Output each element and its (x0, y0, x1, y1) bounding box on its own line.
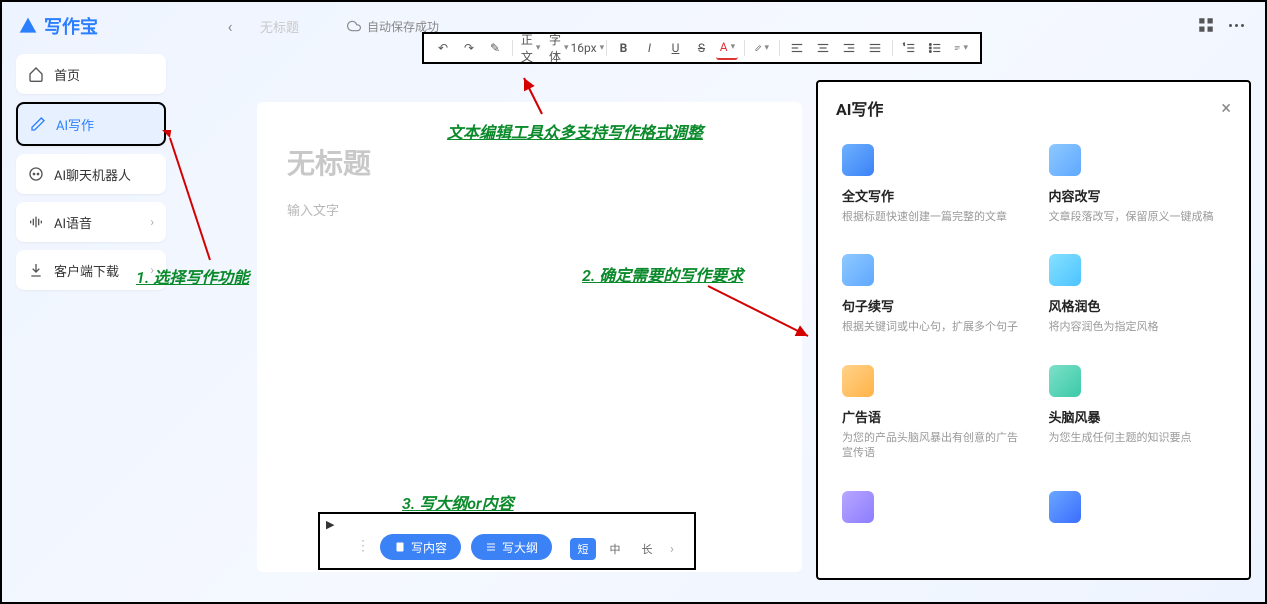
sidebar-item-download[interactable]: 客户端下载 › (16, 250, 166, 290)
chevron-right-icon[interactable]: › (670, 542, 674, 557)
polish-icon (1049, 254, 1081, 286)
title-placeholder[interactable]: 无标题 (287, 142, 772, 182)
write-outline-label: 写大纲 (502, 539, 538, 556)
body-placeholder[interactable]: 输入文字 (287, 200, 772, 219)
svg-text:1: 1 (903, 43, 905, 47)
align-center-button[interactable] (812, 36, 834, 60)
length-long[interactable]: 长 (634, 538, 660, 560)
sidebar-item-label: AI写作 (56, 115, 94, 134)
continue-icon (842, 254, 874, 286)
paragraph-select[interactable]: 正文 (519, 36, 543, 60)
chevron-right-icon: › (150, 215, 154, 229)
text-color-button[interactable]: A (716, 36, 738, 60)
top-right-icons (1197, 16, 1247, 34)
sidebar-item-ai-voice[interactable]: AI语音 › (16, 202, 166, 242)
editor-toolbar: ↶ ↷ ✎ 正文 字体 16px B I U S A 1 (422, 32, 982, 64)
logo-icon (18, 16, 38, 36)
ai-card-title: 内容改写 (1049, 186, 1226, 205)
ai-card-desc: 根据标题快速创建一篇完整的文章 (842, 209, 1019, 224)
ai-card-desc: 将内容润色为指定风格 (1049, 319, 1226, 334)
more-icon[interactable] (1229, 16, 1247, 34)
doc-icon (394, 541, 406, 553)
sidebar-item-label: 首页 (54, 65, 80, 84)
ai-card-desc: 为您生成任何主题的知识要点 (1049, 430, 1226, 458)
home-icon (28, 66, 44, 82)
top-nav: ‹ 无标题 自动保存成功 (218, 14, 439, 38)
ai-card-extra-2[interactable] (1043, 483, 1232, 541)
ai-card-adcopy[interactable]: 广告语 为您的产品头脑风暴出有创意的广告宣传语 (836, 357, 1025, 469)
font-select[interactable]: 字体 (547, 36, 571, 60)
ai-card-desc: 文章段落改写，保留原义一键成稿 (1049, 209, 1226, 224)
bold-button[interactable]: B (612, 36, 634, 60)
extra-icon (842, 491, 874, 523)
fontsize-select[interactable]: 16px (575, 36, 600, 60)
align-justify-button[interactable] (864, 36, 886, 60)
app-logo: 写作宝 (18, 13, 98, 39)
download-icon (28, 262, 44, 278)
pencil-icon (30, 116, 46, 132)
app-name: 写作宝 (44, 13, 98, 39)
sidebar-item-label: AI聊天机器人 (54, 165, 131, 184)
chat-icon (28, 166, 44, 182)
more-format-button[interactable] (950, 36, 972, 60)
ai-card-polish[interactable]: 风格润色 将内容润色为指定风格 (1043, 246, 1232, 342)
sidebar-item-ai-chatbot[interactable]: AI聊天机器人 (16, 154, 166, 194)
sidebar-item-label: AI语音 (54, 213, 92, 232)
length-select-group: 短 中 长 › (570, 538, 674, 560)
play-icon[interactable]: ▶ (326, 518, 334, 531)
content-action-bar: ▶ ⋮ 写内容 写大纲 短 中 长 › (318, 512, 696, 570)
doc-icon (842, 144, 874, 176)
ai-card-title: 头脑风暴 (1049, 407, 1226, 426)
doc-title-ghost: 无标题 (260, 17, 299, 36)
list-ordered-button[interactable]: 1 (898, 36, 920, 60)
brainstorm-icon (1049, 365, 1081, 397)
sidebar-item-ai-writing[interactable]: AI写作 (16, 102, 166, 146)
italic-button[interactable]: I (638, 36, 660, 60)
ai-card-desc: 为您的产品头脑风暴出有创意的广告宣传语 (842, 430, 1019, 461)
ai-card-title: 全文写作 (842, 186, 1019, 205)
annotation-arrow-1 (162, 130, 222, 270)
write-content-label: 写内容 (411, 539, 447, 556)
ai-panel-title: AI写作 (836, 96, 883, 120)
ai-card-extra-1[interactable] (836, 483, 1025, 541)
ai-card-brainstorm[interactable]: 头脑风暴 为您生成任何主题的知识要点 (1043, 357, 1232, 469)
write-outline-button[interactable]: 写大纲 (471, 534, 552, 560)
back-button[interactable]: ‹ (218, 14, 242, 38)
strike-button[interactable]: S (690, 36, 712, 60)
ai-card-full-writing[interactable]: 全文写作 根据标题快速创建一篇完整的文章 (836, 136, 1025, 232)
undo-button[interactable]: ↶ (432, 36, 454, 60)
rewrite-icon (1049, 144, 1081, 176)
sidebar: 首页 AI写作 AI聊天机器人 AI语音 › 客户端下载 › (16, 54, 166, 290)
close-icon[interactable]: × (1221, 98, 1231, 119)
ad-icon (842, 365, 874, 397)
write-content-button[interactable]: 写内容 (380, 534, 461, 560)
sidebar-item-home[interactable]: 首页 (16, 54, 166, 94)
format-clear-button[interactable]: ✎ (484, 36, 506, 60)
editor-area[interactable]: 无标题 输入文字 (257, 102, 802, 572)
highlight-button[interactable] (751, 36, 773, 60)
ai-card-continue[interactable]: 句子续写 根据关键词或中心句，扩展多个句子 (836, 246, 1025, 342)
chevron-right-icon: › (150, 263, 154, 277)
redo-button[interactable]: ↷ (458, 36, 480, 60)
ai-writing-panel: AI写作 × 全文写作 根据标题快速创建一篇完整的文章 内容改写 文章段落改写，… (816, 80, 1251, 580)
apps-grid-icon[interactable] (1197, 16, 1215, 34)
ai-card-title: 广告语 (842, 407, 1019, 426)
align-right-button[interactable] (838, 36, 860, 60)
ai-card-title: 句子续写 (842, 296, 1019, 315)
ai-card-rewrite[interactable]: 内容改写 文章段落改写，保留原义一键成稿 (1043, 136, 1232, 232)
align-left-button[interactable] (786, 36, 808, 60)
length-short[interactable]: 短 (570, 538, 596, 560)
cloud-icon (347, 19, 361, 33)
list-icon (485, 541, 497, 553)
underline-button[interactable]: U (664, 36, 686, 60)
extra-icon (1049, 491, 1081, 523)
list-unordered-button[interactable] (924, 36, 946, 60)
length-mid[interactable]: 中 (602, 538, 628, 560)
drag-handle-icon[interactable]: ⋮ (356, 538, 370, 554)
ai-card-title: 风格润色 (1049, 296, 1226, 315)
ai-card-desc: 根据关键词或中心句，扩展多个句子 (842, 319, 1019, 334)
voice-icon (28, 214, 44, 230)
sidebar-item-label: 客户端下载 (54, 261, 119, 280)
